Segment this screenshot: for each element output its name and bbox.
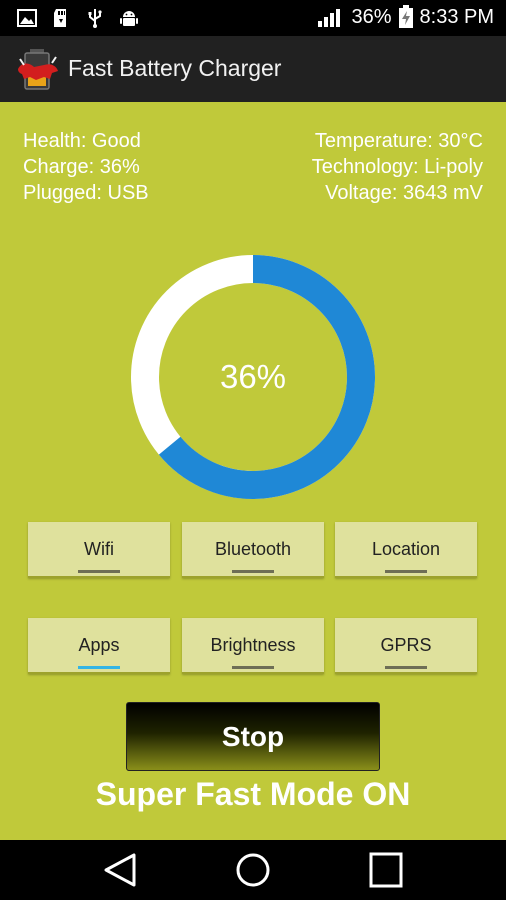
voltage-text: Voltage: 3643 mV bbox=[325, 182, 483, 204]
charge-text: Charge: 36% bbox=[23, 156, 140, 178]
battery-info-left: Health: Good Charge: 36% Plugged: USB bbox=[23, 128, 149, 206]
toggle-label: Wifi bbox=[84, 539, 114, 559]
back-icon[interactable] bbox=[100, 852, 140, 888]
battery-percent: 36% bbox=[351, 5, 392, 28]
home-icon[interactable] bbox=[233, 852, 273, 888]
toggle-label: Location bbox=[371, 539, 441, 559]
mode-status-text: Super Fast Mode ON bbox=[95, 776, 411, 812]
plugged-text: Plugged: USB bbox=[23, 182, 149, 204]
sd-card-icon bbox=[54, 9, 66, 27]
technology-text: Technology: Li-poly bbox=[311, 156, 483, 178]
toggle-label: GPRS bbox=[380, 635, 432, 655]
system-status: 36% 8:33 PM bbox=[317, 5, 494, 29]
status-bar: 36% 8:33 PM bbox=[0, 0, 506, 36]
toggle-indicator bbox=[232, 666, 274, 669]
image-icon bbox=[17, 9, 37, 27]
gprs-toggle[interactable]: GPRS bbox=[335, 618, 477, 674]
app-title: Fast Battery Charger bbox=[68, 55, 282, 81]
app-bar: Fast Battery Charger bbox=[0, 36, 506, 102]
temperature-text: Temperature: 30°C bbox=[314, 130, 483, 152]
charge-percent-label: 36% bbox=[219, 358, 287, 395]
toggle-indicator bbox=[385, 666, 427, 669]
signal-icon bbox=[318, 9, 341, 27]
android-icon bbox=[120, 11, 138, 26]
toggle-label: Bluetooth bbox=[214, 539, 292, 559]
battery-info-right: Temperature: 30°C Technology: Li-poly Vo… bbox=[312, 128, 483, 206]
main-content: Health: Good Charge: 36% Plugged: USB Te… bbox=[0, 102, 506, 840]
stop-button[interactable]: Stop bbox=[126, 702, 380, 771]
toggle-label: Apps bbox=[78, 635, 120, 655]
brightness-toggle[interactable]: Brightness bbox=[182, 618, 324, 674]
health-text: Health: Good bbox=[23, 130, 141, 152]
clock: 8:33 PM bbox=[419, 5, 494, 28]
toggle-indicator bbox=[232, 570, 274, 573]
apps-toggle[interactable]: Apps bbox=[28, 618, 170, 674]
location-toggle[interactable]: Location bbox=[335, 522, 477, 578]
navigation-bar bbox=[0, 840, 506, 900]
battery-charging-icon bbox=[398, 5, 413, 28]
usb-icon bbox=[88, 9, 102, 28]
bluetooth-toggle[interactable]: Bluetooth bbox=[182, 522, 324, 578]
toggle-label: Brightness bbox=[210, 635, 296, 655]
toggle-indicator bbox=[385, 570, 427, 573]
recents-icon[interactable] bbox=[366, 852, 406, 888]
toggle-indicator bbox=[78, 570, 120, 573]
toggle-indicator bbox=[78, 666, 120, 669]
battery-bull-logo-icon bbox=[18, 49, 58, 90]
notification-icons bbox=[16, 7, 140, 29]
wifi-toggle[interactable]: Wifi bbox=[28, 522, 170, 578]
